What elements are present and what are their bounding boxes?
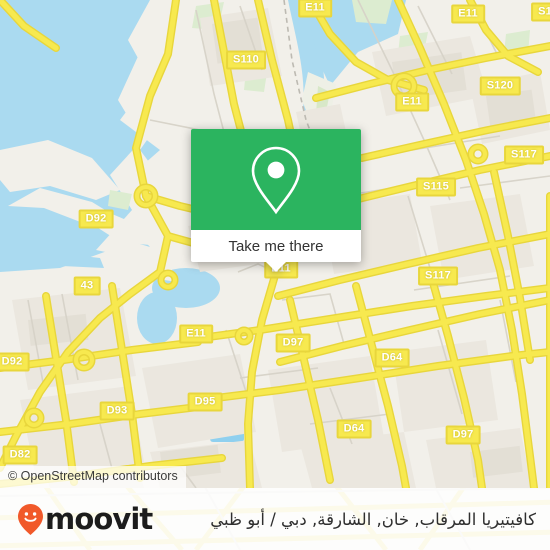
road-shield: S120: [479, 76, 521, 96]
road-shield: S117: [504, 145, 544, 165]
road-shield: D97: [275, 333, 311, 353]
take-me-there-button[interactable]: Take me there: [228, 238, 323, 255]
road-shield: S110: [226, 50, 266, 70]
road-shield: E11: [395, 92, 429, 112]
road-shield: D92: [0, 352, 30, 372]
moovit-logo[interactable]: moovit: [17, 502, 153, 536]
moovit-wordmark: moovit: [45, 502, 153, 536]
location-callout-card[interactable]: Take me there: [191, 129, 361, 272]
road-shield: S115: [416, 177, 456, 197]
road-shield: D97: [445, 425, 481, 445]
road-shield: D95: [187, 392, 223, 412]
moovit-smiley-pin-icon: [18, 503, 43, 535]
road-shield: 43: [73, 276, 101, 296]
road-shield: E11: [298, 0, 332, 18]
callout-action-panel[interactable]: Take me there: [191, 230, 361, 272]
map-canvas[interactable]: S110 E11 E11 S1 E11 S120 S117 S115 S117 D92 43 D92 E…: [0, 0, 550, 488]
callout-pointer: [266, 262, 286, 272]
road-shield: D82: [2, 445, 38, 465]
moovit-map-share-card: S110 E11 E11 S1 E11 S120 S117 S115 S117 D92 43 D92 E…: [0, 0, 550, 550]
footer-bar: moovit كافيتيريا المرقاب, خان, الشارقة, …: [0, 488, 550, 550]
place-name-label: كافيتيريا المرقاب, خان, الشارقة, دبي / أ…: [210, 509, 536, 529]
road-shield: S1: [531, 2, 550, 22]
road-shield: D92: [78, 209, 114, 229]
callout-icon-panel: [191, 129, 361, 230]
road-shield: D93: [99, 401, 135, 421]
map-attribution[interactable]: © OpenStreetMap contributors: [0, 466, 186, 488]
road-shield: D64: [374, 348, 410, 368]
map-pin-icon: [251, 146, 301, 214]
footer-content: moovit كافيتيريا المرقاب, خان, الشارقة, …: [0, 488, 550, 550]
road-shield: E11: [179, 324, 213, 344]
road-shield: D64: [336, 419, 372, 439]
road-shield: E11: [451, 4, 485, 24]
road-shield: S117: [418, 266, 458, 286]
